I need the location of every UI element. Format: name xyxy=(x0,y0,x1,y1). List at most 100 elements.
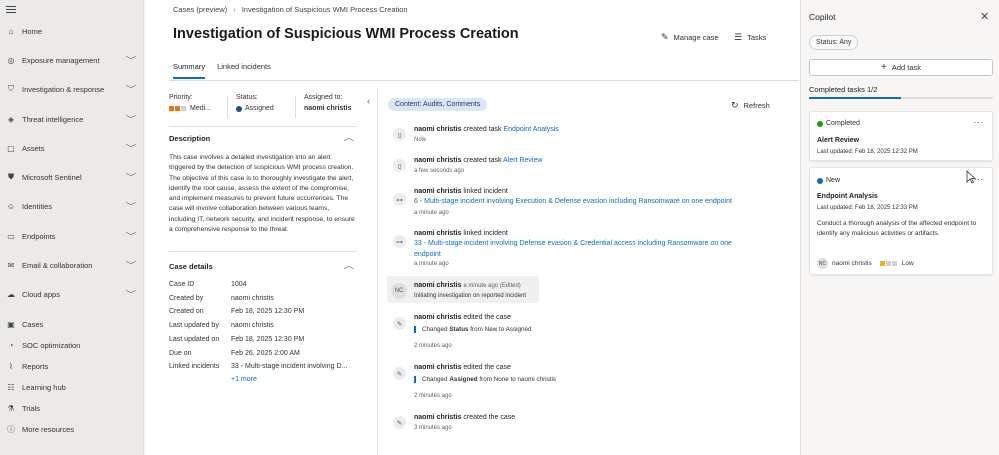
incident-link[interactable]: 33 - Multi-stage incident involving Defe… xyxy=(414,239,754,260)
page-title: Investigation of Suspicious WMI Process … xyxy=(173,26,519,42)
tab-linked-incidents[interactable]: Linked incidents xyxy=(217,62,271,79)
refresh-button[interactable]: ↻ Refresh xyxy=(731,100,770,111)
divider xyxy=(295,96,296,118)
avatar: NC xyxy=(817,258,828,269)
more-options-icon[interactable]: ··· xyxy=(974,117,985,127)
sidebar-item-more-resources[interactable]: ⓘ More resources xyxy=(0,420,144,438)
tasks-list-icon: ☰ xyxy=(734,32,743,42)
content-filter-pill[interactable]: Content: Audits, Comments xyxy=(388,98,488,111)
sidebar-item-label: Reports xyxy=(22,361,49,371)
chevron-up-icon[interactable]: ︿ xyxy=(344,260,354,271)
chevron-down-icon[interactable]: ﹀ xyxy=(126,114,136,125)
priority-field: Priority: Medi... xyxy=(169,94,211,112)
tasks-button[interactable]: ☰ Tasks xyxy=(734,32,766,43)
detail-key: Last updated by xyxy=(169,322,219,330)
task-status: Completed xyxy=(826,120,860,127)
detail-value: naomi christis xyxy=(231,294,274,302)
priority-bar-icon xyxy=(169,106,174,111)
chevron-down-icon[interactable]: ﹀ xyxy=(126,260,136,271)
breadcrumb-cases-link[interactable]: Cases (preview) xyxy=(173,5,227,14)
mouse-cursor-icon xyxy=(966,170,976,184)
close-icon[interactable]: ✕ xyxy=(980,10,989,23)
sidebar-item-endpoints[interactable]: ▭ Endpoints ﹀ xyxy=(0,227,144,245)
assigned-label: Assigned to: xyxy=(304,94,343,101)
chevron-down-icon[interactable]: ﹀ xyxy=(126,231,136,242)
soc-icon: ◔ xyxy=(8,340,14,350)
chevron-down-icon[interactable]: ﹀ xyxy=(126,172,136,183)
threat-icon: ◈ xyxy=(7,114,15,124)
sidebar-item-learning-hub[interactable]: ☷ Learning hub xyxy=(0,378,144,396)
activity-time: 3 minutes ago xyxy=(414,425,452,431)
task-updated: Last updated: Feb 18, 2025 12:32 PM xyxy=(817,149,918,155)
sidebar-item-trials[interactable]: ⚗ Trials xyxy=(0,399,144,417)
detail-value: Feb 18, 2025 12:30 PM xyxy=(231,308,305,316)
chevron-down-icon[interactable]: ﹀ xyxy=(126,289,136,300)
sidebar-item-identities[interactable]: ☺ Identities ﹀ xyxy=(0,197,144,215)
manage-case-button[interactable]: ✎ Manage case xyxy=(661,32,719,43)
divider xyxy=(169,126,357,127)
incident-link[interactable]: 6 - Multi-stage incident involving Execu… xyxy=(414,197,754,208)
add-task-button[interactable]: + Add task xyxy=(809,59,993,76)
activity-actor: naomi christis xyxy=(414,126,462,133)
chevron-down-icon[interactable]: ﹀ xyxy=(126,84,136,95)
copilot-title: Copilot xyxy=(809,12,836,22)
task-link[interactable]: Alert Review xyxy=(503,157,542,164)
detail-value: 1004 xyxy=(231,281,247,288)
detail-key: Created on xyxy=(169,308,204,316)
endpoints-icon: ▭ xyxy=(7,231,15,241)
cloud-icon: ☁ xyxy=(7,289,15,299)
avatar: NC xyxy=(391,283,407,299)
sidebar-item-label: Exposure management xyxy=(22,55,100,65)
sidebar-item-exposure-management[interactable]: ◎ Exposure management ﹀ xyxy=(0,51,144,69)
activity-action: created task xyxy=(461,157,504,164)
case-details-heading: Case details xyxy=(169,262,213,271)
hamburger-menu-icon[interactable] xyxy=(6,6,16,14)
linked-incident-link[interactable]: 33 - Multi-stage incident involving D... xyxy=(231,363,347,370)
tab-summary[interactable]: Summary xyxy=(173,62,206,79)
sidebar-item-microsoft-sentinel[interactable]: ⛊ Microsoft Sentinel ﹀ xyxy=(0,168,144,186)
breadcrumb-current: Investigation of Suspicious WMI Process … xyxy=(241,5,408,14)
activity-actor: naomi christis xyxy=(414,230,462,237)
sidebar-item-cloud-apps[interactable]: ☁ Cloud apps ﹀ xyxy=(0,285,144,303)
sidebar-item-investigation-response[interactable]: ⛉ Investigation & response ﹀ xyxy=(0,80,144,98)
activity-time: 2 minutes ago xyxy=(414,393,452,399)
sidebar-item-label: Email & collaboration xyxy=(22,260,93,270)
detail-key: Created by xyxy=(169,294,204,302)
more-incidents-link[interactable]: +1 more xyxy=(231,376,257,383)
priority-bar-icon xyxy=(181,106,186,111)
sidebar-item-assets[interactable]: ▢ Assets ﹀ xyxy=(0,139,144,157)
sidebar-item-label: Endpoints xyxy=(22,231,56,241)
chevron-up-icon[interactable]: ︿ xyxy=(344,132,354,143)
sidebar-item-cases[interactable]: ▣ Cases xyxy=(0,315,144,333)
refresh-icon: ↻ xyxy=(731,100,739,110)
status-filter[interactable]: Status: Any xyxy=(809,35,859,50)
main-content: Cases (preview) › Investigation of Suspici… xyxy=(145,0,800,455)
activity-actor: naomi christis xyxy=(414,157,462,164)
sidebar-item-soc-optimization[interactable]: ◔ SOC optimization xyxy=(0,336,144,354)
sidebar-item-label: Threat intelligence xyxy=(22,114,84,124)
refresh-label: Refresh xyxy=(743,101,770,110)
change-rest: from None to naomi christis xyxy=(477,376,557,383)
activity-actor: naomi christis xyxy=(414,414,462,421)
activity-time: a minute ago xyxy=(414,210,449,216)
breadcrumb: Cases (preview) › Investigation of Suspici… xyxy=(173,5,408,14)
exposure-icon: ◎ xyxy=(7,55,15,65)
task-title: Alert Review xyxy=(817,137,860,144)
sidebar-item-label: Identities xyxy=(22,201,53,211)
task-link[interactable]: Endpoint Analysis xyxy=(504,126,559,133)
detail-key: Case ID xyxy=(169,281,195,288)
sidebar-item-reports[interactable]: ⌇ Reports xyxy=(0,357,144,375)
mail-icon: ✉ xyxy=(7,260,15,270)
task-card[interactable]: Completed ··· Alert Review Last updated:… xyxy=(809,111,993,161)
sidebar-item-threat-intelligence[interactable]: ◈ Threat intelligence ﹀ xyxy=(0,110,144,128)
chevron-down-icon[interactable]: ﹀ xyxy=(126,55,136,66)
chevron-down-icon[interactable]: ﹀ xyxy=(126,201,136,212)
shield-icon: ⛉ xyxy=(8,84,14,93)
sidebar-item-home[interactable]: ⌂ Home xyxy=(0,22,144,40)
chevron-down-icon[interactable]: ﹀ xyxy=(126,143,136,154)
collapse-panel-icon[interactable]: ‹ xyxy=(367,96,370,106)
sidebar-item-label: Trials xyxy=(22,403,41,413)
sidebar-item-email-collaboration[interactable]: ✉ Email & collaboration ﹀ xyxy=(0,256,144,274)
sidebar-item-label: Microsoft Sentinel xyxy=(22,172,82,182)
activity-actor: naomi christis xyxy=(414,188,462,195)
